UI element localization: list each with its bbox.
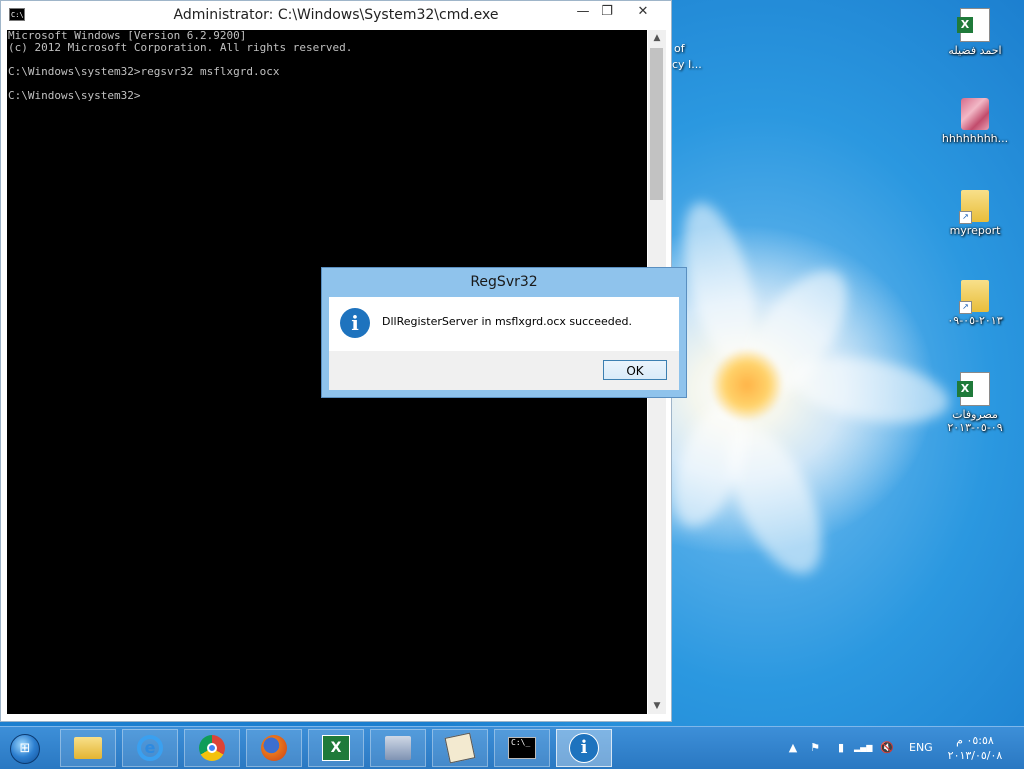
desktop-icon-label: مصروفات ٠٩-٠٥-٢٠١٣ <box>947 408 1003 434</box>
signature-icon <box>444 732 476 764</box>
chrome-icon <box>199 735 225 761</box>
desktop-icon-label: hhhhhhhh... <box>941 132 1009 145</box>
folder-shortcut-icon: ↗ <box>959 280 989 314</box>
taskbar: ⊞ e X C:\_ i ▲ ⚑ ▮ ▂▄▆ 🔇 ENG ٠٥:٥٨ م ٢٠١… <box>0 726 1024 769</box>
desktop-icon-archive[interactable]: hhhhhhhh... <box>935 98 1015 145</box>
desktop-icon-label: احمد فضيله <box>948 44 1002 57</box>
scroll-thumb[interactable] <box>650 48 663 200</box>
excel-file-icon <box>957 372 990 406</box>
windows-logo-icon: ⊞ <box>10 734 40 764</box>
partial-icon-label-1: of <box>674 42 685 55</box>
desktop-icon-excel-2[interactable]: مصروفات ٠٩-٠٥-٢٠١٣ <box>935 372 1015 434</box>
excel-icon: X <box>322 735 350 761</box>
taskbar-file-explorer[interactable] <box>60 729 116 767</box>
taskbar-firefox[interactable] <box>246 729 302 767</box>
console-line: (c) 2012 Microsoft Corporation. All righ… <box>8 41 353 54</box>
info-icon: i <box>340 308 370 338</box>
action-center-flag-icon[interactable]: ⚑ <box>808 741 822 755</box>
ie-icon: e <box>137 735 163 761</box>
shortcut-arrow-icon: ↗ <box>959 211 972 224</box>
cmd-titlebar[interactable]: C:\. Administrator: C:\Windows\System32\… <box>1 1 671 30</box>
scroll-down-arrow-icon[interactable]: ▼ <box>648 698 666 714</box>
folder-shortcut-icon: ↗ <box>959 190 989 224</box>
dialog-message: DllRegisterServer in msflxgrd.ocx succee… <box>382 315 632 328</box>
taskbar-signature-app[interactable] <box>432 729 488 767</box>
volume-muted-icon[interactable]: 🔇 <box>880 741 894 755</box>
taskbar-regsvr32[interactable]: i <box>556 729 612 767</box>
close-button[interactable]: ✕ <box>621 3 665 23</box>
console-prompt: C:\Windows\system32> <box>8 89 141 102</box>
regsvr32-dialog: RegSvr32 i DllRegisterServer in msflxgrd… <box>321 267 687 398</box>
maximize-button[interactable]: ❐ <box>597 3 617 23</box>
console-line: C:\Windows\system32>regsvr32 msflxgrd.oc… <box>8 65 280 78</box>
desktop-icon-label: ٢٠١٣-٠٥-٠٩ <box>947 314 1003 327</box>
window-title: Administrator: C:\Windows\System32\cmd.e… <box>173 7 499 23</box>
dialog-title: RegSvr32 <box>470 274 538 290</box>
taskbar-chrome[interactable] <box>184 729 240 767</box>
partial-icon-label-2: cy I... <box>672 58 702 71</box>
firefox-icon <box>261 735 287 761</box>
cmd-icon: C:\_ <box>508 737 536 759</box>
shortcut-arrow-icon: ↗ <box>959 301 972 314</box>
clock[interactable]: ٠٥:٥٨ م ٢٠١٣/٠٥/٠٨ <box>940 733 1010 763</box>
taskbar-excel[interactable]: X <box>308 729 364 767</box>
show-hidden-icons-icon[interactable]: ▲ <box>786 741 800 755</box>
clock-date: ٢٠١٣/٠٥/٠٨ <box>947 749 1003 762</box>
taskbar-cmd[interactable]: C:\_ <box>494 729 550 767</box>
battery-icon[interactable]: ▮ <box>834 741 848 755</box>
desktop-icon-excel-1[interactable]: احمد فضيله <box>935 8 1015 57</box>
desktop-icon-date-folder[interactable]: ↗ ٢٠١٣-٠٥-٠٩ <box>935 280 1015 327</box>
taskbar-internet-explorer[interactable]: e <box>122 729 178 767</box>
scroll-up-arrow-icon[interactable]: ▲ <box>648 30 666 46</box>
excel-file-icon <box>957 8 990 42</box>
language-indicator[interactable]: ENG <box>909 727 933 769</box>
ok-button[interactable]: OK <box>603 360 667 380</box>
network-signal-icon[interactable]: ▂▄▆ <box>854 741 872 755</box>
start-button[interactable]: ⊞ <box>4 731 44 765</box>
minimize-button[interactable]: — <box>573 3 593 23</box>
dialog-message-area: i DllRegisterServer in msflxgrd.ocx succ… <box>329 297 679 351</box>
info-icon: i <box>569 733 599 763</box>
folder-icon <box>74 737 102 759</box>
desktop-icon-myreport[interactable]: ↗ myreport <box>935 190 1015 237</box>
taskbar-setup[interactable] <box>370 729 426 767</box>
dialog-body: i DllRegisterServer in msflxgrd.ocx succ… <box>329 297 679 390</box>
installer-icon <box>385 736 411 760</box>
winrar-archive-icon <box>961 98 989 130</box>
desktop-icon-label: myreport <box>949 224 1001 237</box>
clock-time: ٠٥:٥٨ م <box>956 734 994 747</box>
